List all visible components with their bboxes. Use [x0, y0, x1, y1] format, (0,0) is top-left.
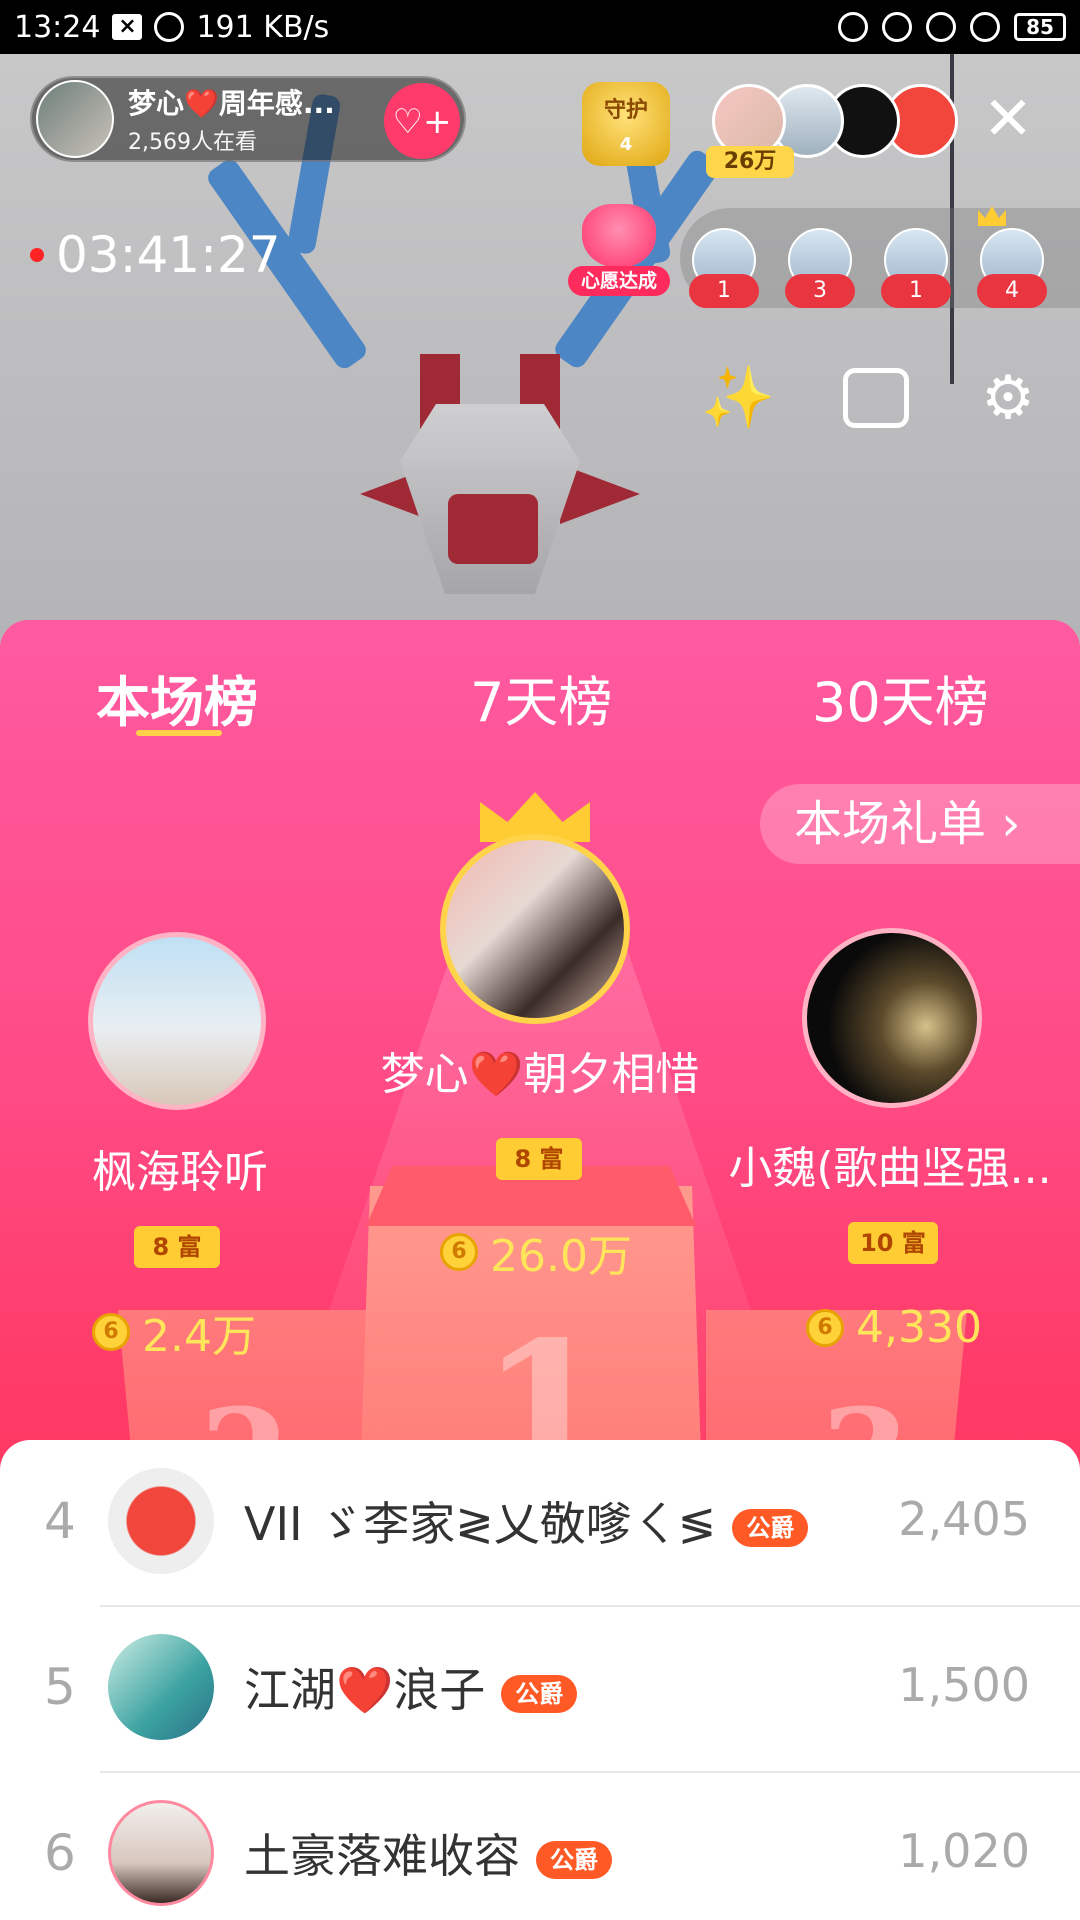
- host-info-pill[interactable]: 梦心❤️周年感... 2,569人在看 ♡+: [30, 76, 466, 162]
- flip-camera-button[interactable]: [838, 360, 914, 436]
- guard-label: 守护: [603, 98, 648, 123]
- user-score: 1,020: [898, 1824, 1030, 1878]
- top-fan-score: 26万: [706, 146, 794, 178]
- close-button[interactable]: ✕: [980, 89, 1036, 150]
- mute-icon: [838, 12, 868, 42]
- user-name: 土豪落难收容 公爵: [244, 1820, 612, 1886]
- ranking-list[interactable]: 4 VII ゞ李家≷乂敬嗲ㄑ≶ 公爵 2,405 5 江湖❤️浪子 公爵 1,500…: [0, 1440, 1080, 1920]
- rank-title-badge: 公爵: [536, 1840, 612, 1879]
- third-place-score-value: 4,330: [856, 1302, 982, 1353]
- contributor-count-1: 1: [689, 274, 759, 308]
- user-name: VII ゞ李家≷乂敬嗲ㄑ≶ 公爵: [244, 1488, 809, 1554]
- second-place-avatar[interactable]: [88, 932, 266, 1110]
- follow-heart-button[interactable]: ♡+: [384, 83, 460, 159]
- battery-icon: 85: [1014, 13, 1066, 41]
- lock-icon: [882, 12, 912, 42]
- wish-heart-icon: [582, 204, 656, 268]
- magic-wand-icon: ✨: [700, 363, 776, 433]
- coin-icon: 6: [806, 1308, 844, 1347]
- rank-title-badge: 公爵: [732, 1508, 809, 1547]
- guard-button[interactable]: 守护 4: [582, 82, 670, 166]
- user-score: 2,405: [898, 1492, 1030, 1546]
- first-place-score: 6 26.0万: [440, 1220, 632, 1284]
- first-place-score-value: 26.0万: [490, 1231, 632, 1282]
- headphones-icon: [970, 12, 1000, 42]
- user-name-text: 土豪落难收容: [244, 1829, 520, 1883]
- rank-number: 4: [44, 1492, 76, 1550]
- wish-label: 心愿达成: [568, 266, 670, 296]
- settings-button[interactable]: ⚙: [970, 360, 1046, 436]
- user-avatar[interactable]: [108, 1634, 214, 1740]
- ranking-tabs: 本场榜 7天榜 30天榜: [0, 620, 1080, 740]
- tab-30-days[interactable]: 30天榜: [812, 658, 989, 737]
- tab-active-indicator: [136, 730, 222, 736]
- tab-this-session[interactable]: 本场榜: [96, 658, 258, 737]
- network-speed: 191 KB/s: [196, 9, 330, 45]
- third-place-avatar[interactable]: [802, 928, 982, 1108]
- clock: 13:24: [14, 9, 101, 45]
- rank-number: 6: [44, 1824, 76, 1882]
- third-place-wealth-badge: 10 富: [848, 1222, 938, 1264]
- first-place-name: 梦心❤️朝夕相惜: [380, 1049, 700, 1100]
- contributor-count-4: 4: [977, 274, 1047, 308]
- user-name: 江湖❤️浪子 公爵: [244, 1654, 578, 1720]
- second-place-score-value: 2.4万: [142, 1311, 256, 1362]
- user-avatar[interactable]: [108, 1468, 214, 1574]
- first-place-avatar[interactable]: [440, 834, 630, 1024]
- host-avatar[interactable]: [36, 80, 114, 158]
- third-place-score: 6 4,330: [806, 1302, 982, 1353]
- user-name-text: 江湖❤️浪子: [244, 1663, 486, 1717]
- list-item[interactable]: 5 江湖❤️浪子 公爵 1,500: [0, 1606, 1080, 1771]
- contributor-count-3: 1: [881, 274, 951, 308]
- host-name: 梦心❤️周年感...: [128, 87, 335, 120]
- third-place-name: 小魏(歌曲坚强...: [728, 1143, 1052, 1194]
- guard-count: 4: [619, 134, 633, 155]
- live-dot-icon: [30, 248, 44, 262]
- beauty-button[interactable]: ✨: [700, 360, 776, 436]
- rank-title-badge: 公爵: [501, 1674, 578, 1713]
- rank-number: 5: [44, 1658, 76, 1716]
- list-item[interactable]: 4 VII ゞ李家≷乂敬嗲ㄑ≶ 公爵 2,405: [0, 1440, 1080, 1605]
- gift-list-button[interactable]: 本场礼单 ›: [760, 784, 1080, 864]
- alarm-icon: [926, 12, 956, 42]
- deer-nose: [448, 494, 538, 564]
- close-icon: ✕: [982, 84, 1034, 154]
- coin-icon: 6: [440, 1233, 478, 1271]
- user-name-text: VII ゞ李家≷乂敬嗲ㄑ≶: [244, 1497, 717, 1551]
- contributor-count-2: 3: [785, 274, 855, 308]
- list-item[interactable]: 6 土豪落难收容 公爵 1,020: [0, 1772, 1080, 1920]
- user-avatar[interactable]: [108, 1800, 214, 1906]
- live-duration: 03:41:27: [56, 226, 281, 284]
- heart-plus-icon: ♡+: [392, 102, 452, 142]
- second-place-score: 6 2.4万: [92, 1300, 256, 1364]
- live-timer: 03:41:27: [30, 226, 281, 284]
- status-bar: 13:24 × 191 KB/s 85: [0, 0, 1080, 54]
- viewer-count: 2,569人在看: [128, 130, 257, 155]
- coin-icon: 6: [92, 1313, 130, 1351]
- notification-close-icon: ×: [112, 14, 143, 40]
- first-place-wealth-badge: 8 富: [496, 1138, 582, 1180]
- wifi-icon: [154, 12, 185, 42]
- wish-button[interactable]: 心愿达成: [568, 204, 670, 296]
- user-score: 1,500: [898, 1658, 1030, 1712]
- second-place-name: 枫海聆听: [92, 1147, 268, 1198]
- second-place-wealth-badge: 8 富: [134, 1226, 220, 1268]
- camera-flip-icon: [843, 368, 909, 428]
- gear-icon: ⚙: [981, 363, 1035, 433]
- tab-7-days[interactable]: 7天榜: [470, 658, 612, 737]
